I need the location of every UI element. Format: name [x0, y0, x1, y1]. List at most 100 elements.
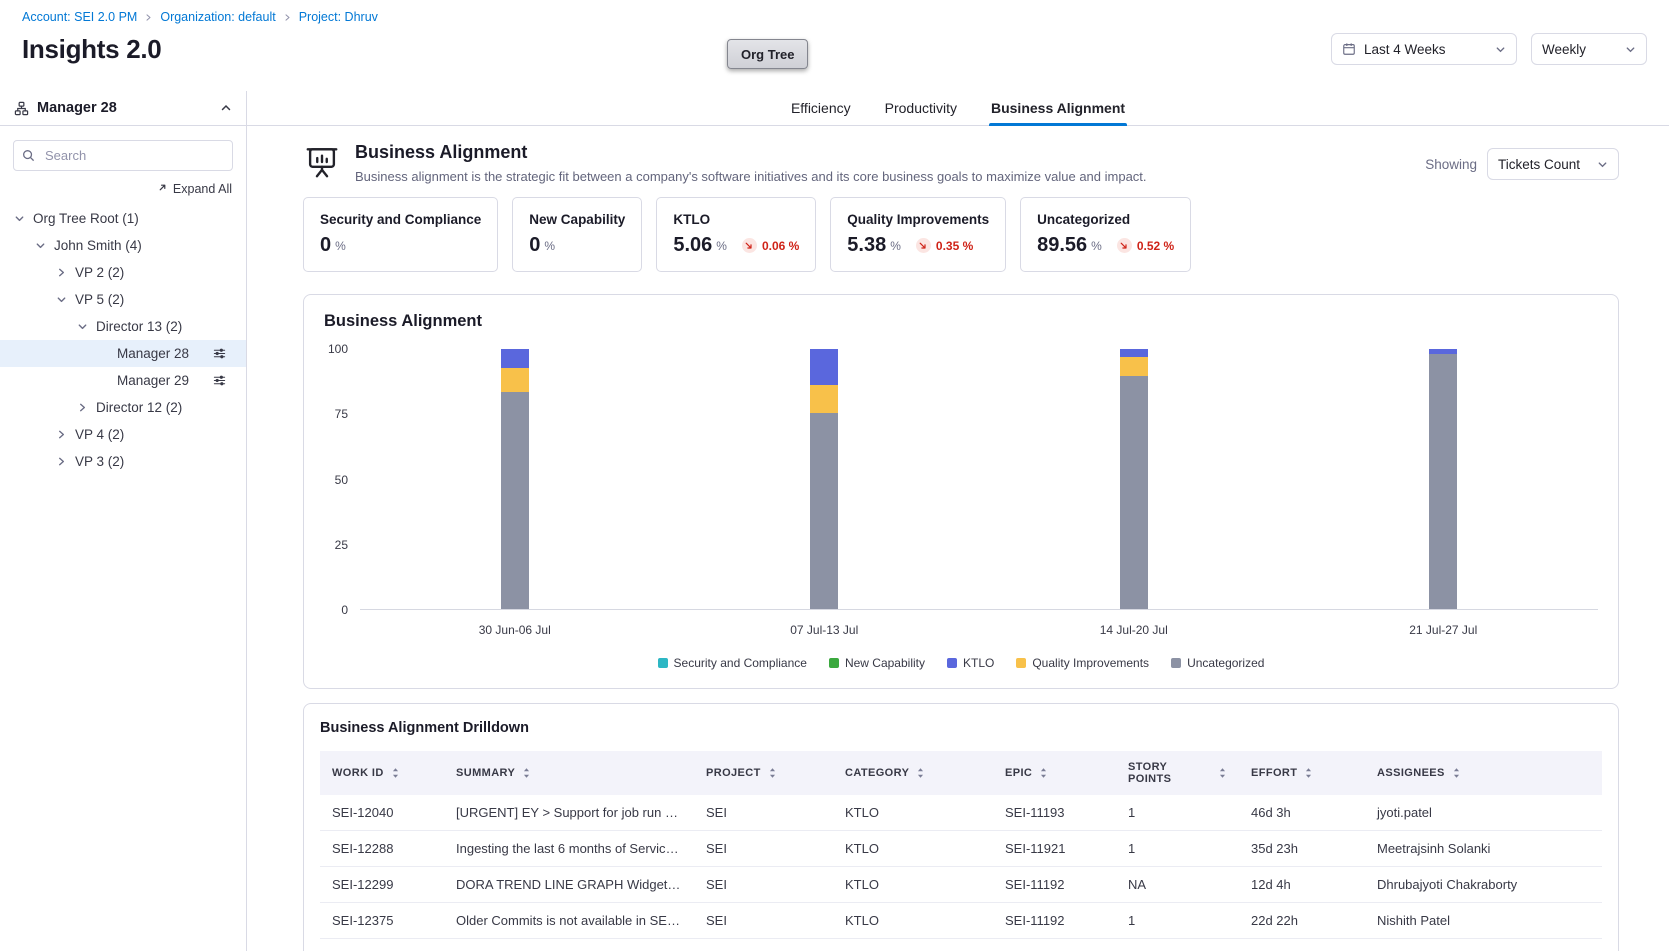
table-row[interactable]: SEI-12288Ingesting the last 6 months of …	[320, 831, 1602, 867]
column-header-effort[interactable]: EFFORT	[1239, 751, 1365, 795]
filter-sliders-icon[interactable]	[213, 347, 226, 360]
breadcrumb-link[interactable]: Account: SEI 2.0 PM	[22, 10, 137, 24]
legend-swatch	[947, 658, 957, 668]
sort-icon[interactable]	[522, 767, 531, 779]
trend-down-icon	[1117, 238, 1132, 253]
section-header: Business Alignment Business alignment is…	[303, 142, 1619, 184]
bar-segment-uncategorized	[810, 413, 838, 609]
sort-icon[interactable]	[916, 767, 925, 779]
legend-item-security-and-compliance[interactable]: Security and Compliance	[658, 656, 807, 670]
org-tree-icon	[14, 101, 29, 116]
tab-business-alignment[interactable]: Business Alignment	[989, 91, 1127, 125]
tree-item-director-12-2[interactable]: Director 12 (2)	[0, 394, 246, 421]
legend-item-uncategorized[interactable]: Uncategorized	[1171, 656, 1264, 670]
expand-all-button[interactable]: Expand All	[14, 182, 232, 196]
chevron-right-icon[interactable]	[56, 456, 75, 467]
chevron-down-icon	[1495, 44, 1506, 55]
column-header-work-id[interactable]: WORK ID	[320, 751, 444, 795]
tree-item-vp-4-2[interactable]: VP 4 (2)	[0, 421, 246, 448]
column-header-inner: PROJECT	[706, 767, 821, 779]
chevron-right-icon[interactable]	[77, 402, 96, 413]
tree-item-director-13-2[interactable]: Director 13 (2)	[0, 313, 246, 340]
bar-segment-ktlo	[501, 349, 529, 368]
table-cell: SEI-11192	[993, 867, 1116, 903]
column-header-inner: EPIC	[1005, 767, 1104, 779]
tree-item-manager-28[interactable]: Manager 28	[0, 340, 246, 367]
x-axis: 30 Jun-06 Jul07 Jul-13 Jul14 Jul-20 Jul2…	[360, 623, 1598, 637]
column-header-inner: STORY POINTS	[1128, 761, 1227, 785]
legend-item-new-capability[interactable]: New Capability	[829, 656, 925, 670]
date-range-value: Last 4 Weeks	[1364, 42, 1446, 57]
legend-label: Security and Compliance	[674, 656, 807, 670]
stat-value: 89.56	[1037, 234, 1087, 257]
table-row[interactable]: SEI-12395EY > Verify if ingestion is wor…	[320, 939, 1602, 951]
stat-unit: %	[335, 239, 346, 253]
chevron-down-icon[interactable]	[14, 213, 33, 224]
column-header-assignees[interactable]: ASSIGNEES	[1365, 751, 1602, 795]
table-row[interactable]: SEI-12040[URGENT] EY > Support for job r…	[320, 795, 1602, 831]
x-axis-label: 14 Jul-20 Jul	[979, 623, 1289, 637]
tree-item-manager-29[interactable]: Manager 29	[0, 367, 246, 394]
column-header-label: EFFORT	[1251, 767, 1297, 779]
table-cell: 12d 4h	[1239, 867, 1365, 903]
tree-item-john-smith-4[interactable]: John Smith (4)	[0, 232, 246, 259]
chart-bar[interactable]	[501, 349, 529, 609]
chevron-down-icon[interactable]	[77, 321, 96, 332]
chevron-right-icon[interactable]	[56, 429, 75, 440]
filter-sliders-icon[interactable]	[213, 374, 226, 387]
breadcrumb-link[interactable]: Project: Dhruv	[299, 10, 378, 24]
sort-icon[interactable]	[1452, 767, 1461, 779]
legend-item-ktlo[interactable]: KTLO	[947, 656, 994, 670]
column-header-project[interactable]: PROJECT	[694, 751, 833, 795]
org-tree-button[interactable]: Org Tree	[727, 39, 808, 69]
tree-item-vp-2-2[interactable]: VP 2 (2)	[0, 259, 246, 286]
tree-item-org-tree-root-1[interactable]: Org Tree Root (1)	[0, 205, 246, 232]
date-range-select[interactable]: Last 4 Weeks	[1331, 33, 1517, 65]
table-cell: Meetrajsinh Solanki	[1365, 831, 1602, 867]
table-cell: DORA TREND LINE GRAPH Widgets is n...	[444, 867, 694, 903]
stat-card-uncategorized: Uncategorized89.56%0.52 %	[1020, 197, 1191, 272]
sort-icon[interactable]	[391, 767, 400, 779]
chevron-up-icon[interactable]	[220, 102, 232, 114]
sort-icon[interactable]	[1304, 767, 1313, 779]
search-input[interactable]	[13, 140, 233, 171]
tree-item-label: VP 4 (2)	[75, 427, 124, 442]
stat-unit: %	[544, 239, 555, 253]
showing-select[interactable]: Tickets Count	[1487, 148, 1619, 180]
column-header-label: ASSIGNEES	[1377, 767, 1445, 779]
trend-down-icon	[742, 238, 757, 253]
legend-item-quality-improvements[interactable]: Quality Improvements	[1016, 656, 1149, 670]
stat-value-row: 89.56%0.52 %	[1037, 234, 1174, 257]
breadcrumb-link[interactable]: Organization: default	[160, 10, 275, 24]
showing-label: Showing	[1425, 157, 1477, 172]
column-header-summary[interactable]: SUMMARY	[444, 751, 694, 795]
tree-item-vp-3-2[interactable]: VP 3 (2)	[0, 448, 246, 475]
sort-icon[interactable]	[1039, 767, 1048, 779]
tree-item-vp-5-2[interactable]: VP 5 (2)	[0, 286, 246, 313]
tab-productivity[interactable]: Productivity	[883, 91, 959, 125]
main-content: Business Alignment Business alignment is…	[247, 126, 1669, 951]
table-cell: NA	[1116, 867, 1239, 903]
stat-card-label: Security and Compliance	[320, 212, 481, 227]
chart-bar[interactable]	[1120, 349, 1148, 609]
chevron-down-icon[interactable]	[35, 240, 54, 251]
stat-value-row: 0%	[320, 234, 481, 257]
bar-segment-quality-improvements	[810, 385, 838, 413]
sort-icon[interactable]	[768, 767, 777, 779]
chevron-right-icon[interactable]	[56, 267, 75, 278]
chevron-down-icon[interactable]	[56, 294, 75, 305]
column-header-epic[interactable]: EPIC	[993, 751, 1116, 795]
bar-segment-ktlo	[1120, 349, 1148, 357]
sort-icon[interactable]	[1218, 767, 1227, 779]
interval-select[interactable]: Weekly	[1531, 33, 1647, 65]
chart-bar[interactable]	[1429, 349, 1457, 609]
stat-card-new-capability: New Capability0%	[512, 197, 642, 272]
column-header-category[interactable]: CATEGORY	[833, 751, 993, 795]
chart-bar[interactable]	[810, 349, 838, 609]
plot-area	[360, 349, 1598, 610]
table-row[interactable]: SEI-12375Older Commits is not available …	[320, 903, 1602, 939]
table-cell: 1	[1116, 831, 1239, 867]
tab-efficiency[interactable]: Efficiency	[789, 91, 853, 125]
column-header-story-points[interactable]: STORY POINTS	[1116, 751, 1239, 795]
table-row[interactable]: SEI-12299DORA TREND LINE GRAPH Widgets i…	[320, 867, 1602, 903]
